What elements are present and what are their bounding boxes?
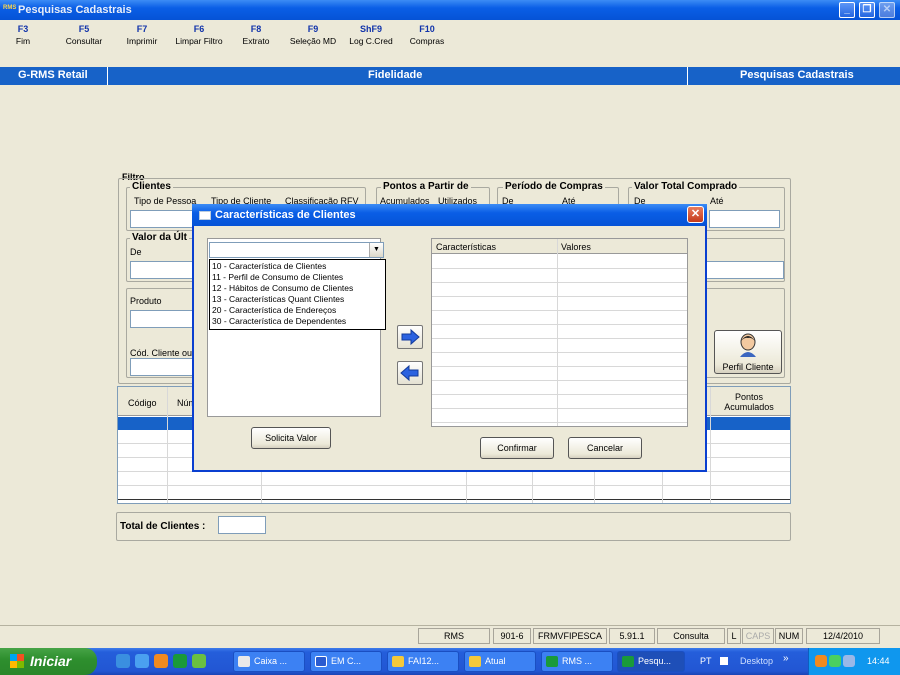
module-bar: G-RMS Retail Fidelidade Pesquisas Cadast… [0,67,900,85]
produto-label: Produto [130,296,162,306]
col-caracteristicas[interactable]: Características [436,242,496,252]
fkey-extrato[interactable]: F8 Extrato [237,24,275,46]
valor-ultima-label: Valor da Últ [130,232,190,243]
vu-de-label: De [130,247,142,257]
dialog-title: Características de Clientes [215,209,356,221]
rms-quick-icon[interactable] [173,654,187,668]
app-quick-icon[interactable] [192,654,206,668]
dialog-icon [199,211,211,220]
task-rms[interactable]: RMS ... [541,651,613,672]
status-caps: CAPS [742,628,774,644]
ie-icon[interactable] [116,654,130,668]
module-section: Fidelidade [368,69,423,81]
language-indicator[interactable]: PT [700,656,712,666]
task-caixa[interactable]: Caixa ... [233,651,305,672]
chevron-down-icon[interactable]: ▼ [369,243,383,257]
fkey-selecao-md[interactable]: F9 Seleção MD [286,24,340,46]
solicita-valor-button[interactable]: Solicita Valor [251,427,331,449]
cod-cliente-input[interactable] [130,358,196,376]
minimize-button[interactable]: _ [839,2,855,18]
total-clientes-field [218,516,266,534]
media-icon[interactable] [154,654,168,668]
keyboard-icon [720,657,728,665]
app-icon: RMS [3,5,17,11]
status-bar: RMS 901-6 FRMVFIPESCA 5.91.1 Consulta L … [0,625,900,645]
pontos-label: Pontos a Partir de [381,181,471,192]
dialog-close-button[interactable]: ✕ [687,206,704,223]
confirmar-button[interactable]: Confirmar [480,437,554,459]
window-title: Pesquisas Cadastrais [18,4,132,16]
arrow-right-icon [401,328,420,346]
taskbar: Iniciar Caixa ... EM C... FAI12... Atual… [0,648,900,675]
task-em-c[interactable]: EM C... [310,651,382,672]
fkey-imprimir[interactable]: F7 Imprimir [121,24,163,46]
dropdown-option[interactable]: 13 - Características Quant Clientes [212,294,383,305]
caracteristicas-dialog[interactable]: Características de Clientes ✕ ▼ 10 - Car… [192,204,707,472]
tipo-pessoa-label: Tipo de Pessoa [134,196,197,206]
status-code: 901-6 [493,628,531,644]
windows-logo-icon [10,654,24,668]
vu-de-input[interactable] [130,261,196,279]
system-tray: 14:44 [808,648,900,675]
status-mode: Consulta [657,628,725,644]
desktop-toolbar[interactable]: Desktop [740,656,773,666]
arrow-left-icon [400,364,419,382]
periodo-label: Período de Compras [503,181,605,192]
cancelar-button[interactable]: Cancelar [568,437,642,459]
remove-arrow-button[interactable] [397,361,423,385]
cod-cliente-label: Cód. Cliente ou [130,348,193,358]
col-codigo[interactable]: Código [128,398,157,408]
status-l: L [727,628,741,644]
clientes-label: Clientes [130,181,173,192]
maximize-button[interactable]: ❐ [859,2,875,18]
volume-icon[interactable] [843,655,855,667]
browser-icon[interactable] [135,654,149,668]
dropdown-option[interactable]: 12 - Hábitos de Consumo de Clientes [212,283,383,294]
fkey-limpar-filtro[interactable]: F6 Limpar Filtro [170,24,228,46]
task-atual[interactable]: Atual [464,651,536,672]
screen-name: Pesquisas Cadastrais [740,69,854,81]
network-icon[interactable] [829,655,841,667]
add-arrow-button[interactable] [397,325,423,349]
status-form: FRMVFIPESCA [533,628,607,644]
window-title-bar[interactable]: RMS Pesquisas Cadastrais _ ❐ ✕ [0,0,900,20]
status-num: NUM [775,628,803,644]
dropdown-option[interactable]: 10 - Característica de Clientes [212,261,383,272]
caracteristicas-valores-grid[interactable]: Características Valores [431,238,688,427]
valor-total-label: Valor Total Comprado [632,181,740,192]
module-name: G-RMS Retail [18,69,88,81]
clock[interactable]: 14:44 [867,656,890,666]
produto-input[interactable] [130,310,196,328]
caracteristica-list-panel[interactable]: ▼ 10 - Característica de Clientes 11 - P… [207,238,386,417]
vt-ate-input[interactable] [709,210,780,228]
status-version: 5.91.1 [609,628,655,644]
close-button[interactable]: ✕ [879,2,895,18]
task-fai12[interactable]: FAI12... [387,651,459,672]
caracteristica-dropdown-list[interactable]: 10 - Característica de Clientes 11 - Per… [209,259,386,330]
dropdown-option[interactable]: 20 - Característica de Endereços [212,305,383,316]
dropdown-option[interactable]: 30 - Característica de Dependentes [212,316,383,327]
tray-icon[interactable] [815,655,827,667]
vu-ate-input[interactable] [700,261,784,279]
caracteristica-combo[interactable]: ▼ [209,242,384,258]
dropdown-option[interactable]: 11 - Perfil de Consumo de Clientes [212,272,383,283]
fkey-log-ccred[interactable]: ShF9 Log C.Cred [345,24,397,46]
col-pontos-acumulados[interactable]: Pontos Acumulados [723,392,775,412]
vt-ate-label: Até [710,196,724,206]
perfil-cliente-button[interactable]: Perfil Cliente [714,330,782,374]
status-system: RMS [418,628,490,644]
total-clientes-label: Total de Clientes : [120,521,206,532]
task-pesquisas[interactable]: Pesqu... [617,651,685,672]
col-valores[interactable]: Valores [561,242,591,252]
status-date: 12/4/2010 [806,628,880,644]
fkey-fim[interactable]: F3 Fim [8,24,38,46]
start-button[interactable]: Iniciar [0,648,97,675]
dialog-title-bar[interactable]: Características de Clientes ✕ [192,204,707,226]
person-icon [740,333,756,357]
fkey-consultar[interactable]: F5 Consultar [61,24,107,46]
fkey-compras[interactable]: F10 Compras [406,24,448,46]
chevron-right-icon[interactable]: » [783,653,789,664]
tipo-pessoa-input[interactable] [130,210,196,228]
